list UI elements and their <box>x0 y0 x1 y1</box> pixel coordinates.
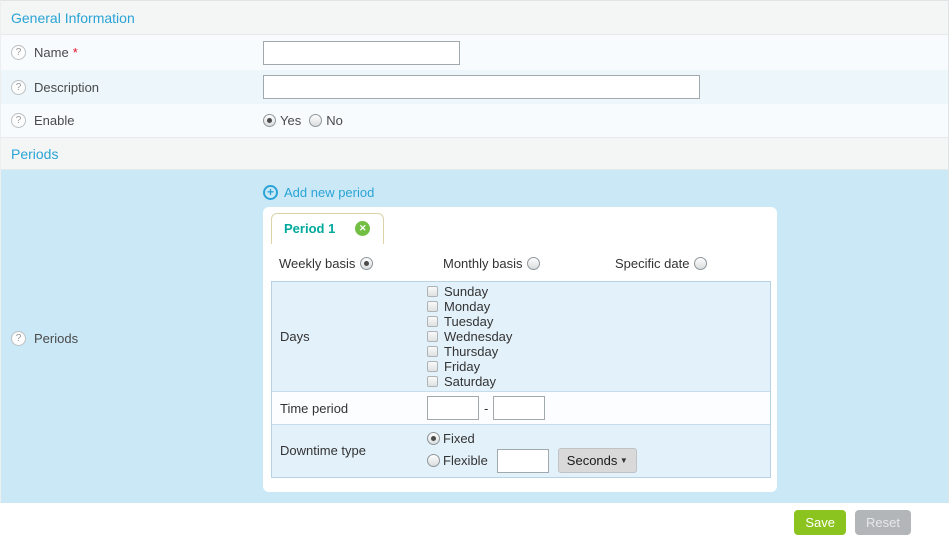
help-icon[interactable]: ? <box>11 45 26 60</box>
tuesday-label: Tuesday <box>444 314 493 329</box>
downtime-type-row: Downtime type Fixed Flexible <box>272 424 770 477</box>
enable-yes-radio[interactable] <box>263 114 276 127</box>
specific-date-label: Specific date <box>615 256 689 271</box>
form-footer: Save Reset <box>0 503 949 535</box>
friday-label: Friday <box>444 359 480 374</box>
flexible-label: Flexible <box>443 453 488 468</box>
tab-period-1-title: Period 1 <box>284 221 335 236</box>
add-new-period-label: Add new period <box>284 185 374 200</box>
thursday-label: Thursday <box>444 344 498 359</box>
description-input[interactable] <box>263 75 700 99</box>
enable-label: Enable <box>34 113 74 128</box>
specific-date-radio[interactable] <box>694 257 707 270</box>
enable-yes-label: Yes <box>280 113 301 128</box>
save-button[interactable]: Save <box>794 510 846 535</box>
description-label-cell: ? Description <box>1 80 263 95</box>
add-circle-icon: + <box>263 185 278 200</box>
enable-no-radio[interactable] <box>309 114 322 127</box>
wednesday-checkbox[interactable] <box>427 331 438 342</box>
duration-unit-select[interactable]: Seconds ▼ <box>558 448 637 473</box>
enable-label-cell: ? Enable <box>1 113 263 128</box>
day-option: Tuesday <box>427 314 512 329</box>
reset-button[interactable]: Reset <box>855 510 911 535</box>
chevron-down-icon: ▼ <box>620 456 628 465</box>
downtime-type-controls: Fixed Flexible Seconds ▼ <box>427 428 637 473</box>
add-new-period-link[interactable]: + Add new period <box>263 185 948 200</box>
flexible-radio[interactable] <box>427 454 440 467</box>
tuesday-checkbox[interactable] <box>427 316 438 327</box>
name-label: Name <box>34 45 69 60</box>
downtime-form: General Information ? Name * ? Descripti… <box>0 0 949 503</box>
friday-checkbox[interactable] <box>427 361 438 372</box>
time-end-input[interactable] <box>493 396 545 420</box>
day-option: Monday <box>427 299 512 314</box>
help-icon[interactable]: ? <box>11 113 26 128</box>
day-option: Friday <box>427 359 512 374</box>
weekly-basis-radio[interactable] <box>360 257 373 270</box>
days-label: Days <box>272 284 427 389</box>
time-separator: - <box>484 401 488 416</box>
basis-options-row: Weekly basis Monthly basis Specific date <box>263 244 777 280</box>
wednesday-label: Wednesday <box>444 329 512 344</box>
weekly-basis-label: Weekly basis <box>279 256 355 271</box>
day-option: Wednesday <box>427 329 512 344</box>
sunday-label: Sunday <box>444 284 488 299</box>
close-icon[interactable]: ✕ <box>355 221 370 236</box>
fixed-label: Fixed <box>443 431 475 446</box>
form-row-name: ? Name * <box>1 35 948 70</box>
tab-period-1[interactable]: Period 1 ✕ <box>271 213 384 244</box>
thursday-checkbox[interactable] <box>427 346 438 357</box>
period-settings-box: Days Sunday Monday <box>271 281 771 478</box>
time-period-row: Time period - <box>272 391 770 424</box>
monthly-basis-radio[interactable] <box>527 257 540 270</box>
periods-content: + Add new period Period 1 ✕ Weekly basis <box>263 184 948 492</box>
description-label: Description <box>34 80 99 95</box>
duration-unit-value: Seconds <box>567 453 618 468</box>
monday-checkbox[interactable] <box>427 301 438 312</box>
time-start-input[interactable] <box>427 396 479 420</box>
periods-label-cell: ? Periods <box>1 184 263 492</box>
day-option: Sunday <box>427 284 512 299</box>
monday-label: Monday <box>444 299 490 314</box>
saturday-label: Saturday <box>444 374 496 389</box>
fixed-radio[interactable] <box>427 432 440 445</box>
monthly-basis-label: Monthly basis <box>443 256 522 271</box>
help-icon[interactable]: ? <box>11 331 26 346</box>
day-option: Saturday <box>427 374 512 389</box>
section-header-general: General Information <box>1 1 948 35</box>
periods-label: Periods <box>34 331 78 346</box>
name-input[interactable] <box>263 41 460 65</box>
time-period-label: Time period <box>272 401 427 416</box>
downtime-type-label: Downtime type <box>272 428 427 473</box>
enable-no-label: No <box>326 113 343 128</box>
required-mark: * <box>73 45 78 60</box>
days-row: Days Sunday Monday <box>272 282 770 391</box>
form-row-description: ? Description <box>1 70 948 104</box>
period-panel: Period 1 ✕ Weekly basis Monthly basis Sp… <box>263 207 777 492</box>
help-icon[interactable]: ? <box>11 80 26 95</box>
periods-row: ? Periods + Add new period Period 1 ✕ We… <box>1 170 948 503</box>
sunday-checkbox[interactable] <box>427 286 438 297</box>
name-label-cell: ? Name * <box>1 45 263 60</box>
period-tab-bar: Period 1 ✕ <box>263 213 777 244</box>
form-row-enable: ? Enable Yes No <box>1 104 948 137</box>
day-option: Thursday <box>427 344 512 359</box>
flexible-duration-input[interactable] <box>497 449 549 473</box>
days-checkbox-list: Sunday Monday Tuesday <box>427 284 512 389</box>
saturday-checkbox[interactable] <box>427 376 438 387</box>
section-header-periods: Periods <box>1 137 948 170</box>
